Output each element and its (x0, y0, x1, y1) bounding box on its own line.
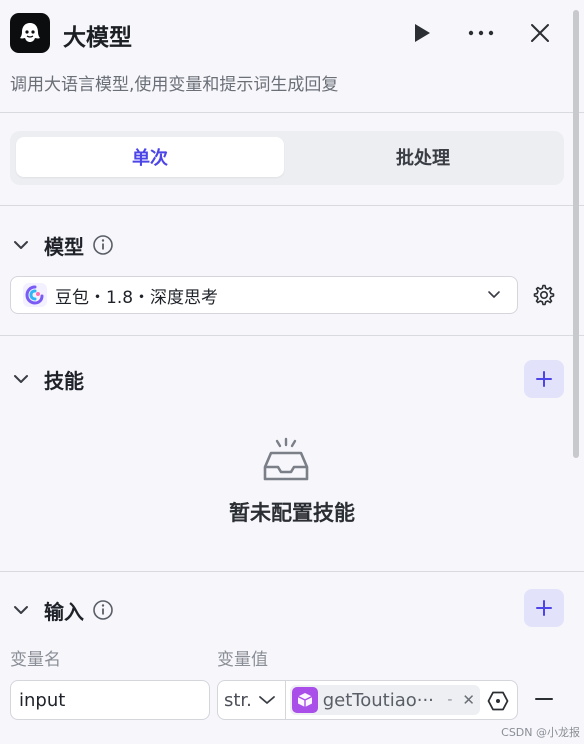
node-title: 大模型 (63, 25, 132, 51)
input-section-header[interactable]: 输入 (10, 595, 114, 625)
panel-header: 大模型 (0, 0, 584, 68)
gear-icon (533, 284, 555, 306)
selected-model: 豆包・1.8・深度思考 (55, 287, 219, 308)
divider (0, 205, 584, 206)
mode-switch: 单次 批处理 (10, 131, 564, 185)
play-button[interactable] (407, 18, 437, 48)
section-title: 输入 (44, 599, 84, 624)
variable-ref-tag[interactable]: getToutiao··· - ✕ (290, 685, 480, 715)
type-select[interactable]: str. (218, 681, 286, 719)
llm-node-panel: 大模型 调用大语言模型,使用变量和提示词生成回复 单次 批处理 模型 豆包・1.… (0, 0, 584, 744)
model-section-header[interactable]: 模型 (10, 230, 114, 260)
tab-single[interactable]: 单次 (16, 137, 284, 177)
chevron-down-icon[interactable] (10, 234, 32, 256)
close-button[interactable] (525, 18, 555, 48)
more-icon (468, 30, 494, 36)
chevron-down-icon[interactable] (10, 368, 32, 390)
divider (0, 571, 584, 572)
variable-name-input[interactable]: input (10, 680, 210, 720)
section-title: 模型 (44, 234, 84, 259)
chevron-down-icon[interactable] (10, 599, 32, 621)
model-settings-button[interactable] (532, 283, 556, 307)
remove-ref-button[interactable]: ✕ (462, 691, 475, 709)
remove-input-button[interactable] (534, 689, 554, 709)
variable-ref-icon[interactable] (487, 690, 509, 712)
plus-icon (536, 600, 552, 616)
ref-label: getToutiao··· (322, 689, 434, 711)
empty-box-icon (263, 437, 309, 481)
chevron-down-icon (488, 291, 500, 298)
empty-skills-text: 暂未配置技能 (229, 501, 355, 525)
skills-section-header[interactable]: 技能 (10, 364, 84, 394)
divider (0, 112, 584, 113)
info-icon[interactable] (92, 234, 114, 256)
column-label-value: 变量值 (217, 650, 268, 670)
divider (0, 335, 584, 336)
chevron-down-icon (259, 696, 275, 704)
close-icon (531, 24, 549, 42)
type-label: str. (224, 689, 252, 711)
watermark: CSDN @小龙报 (501, 726, 580, 739)
ref-suffix: - (447, 692, 453, 708)
add-skill-button[interactable] (524, 360, 564, 398)
column-label-name: 变量名 (10, 650, 61, 670)
minus-icon (535, 698, 553, 700)
plus-icon (536, 371, 552, 387)
play-icon (415, 24, 430, 42)
model-select[interactable]: 豆包・1.8・深度思考 (10, 276, 518, 314)
section-title: 技能 (44, 368, 84, 393)
info-icon[interactable] (92, 599, 114, 621)
more-button[interactable] (466, 18, 496, 48)
ref-node-icon (292, 687, 318, 713)
tab-batch[interactable]: 批处理 (288, 137, 558, 177)
bot-logo-icon (10, 13, 50, 53)
node-description: 调用大语言模型,使用变量和提示词生成回复 (10, 75, 339, 95)
model-logo-icon (23, 283, 47, 307)
scrollbar-thumb[interactable] (573, 10, 579, 458)
variable-value-field[interactable]: str. getToutiao··· - ✕ (217, 680, 518, 720)
add-input-button[interactable] (524, 589, 564, 627)
